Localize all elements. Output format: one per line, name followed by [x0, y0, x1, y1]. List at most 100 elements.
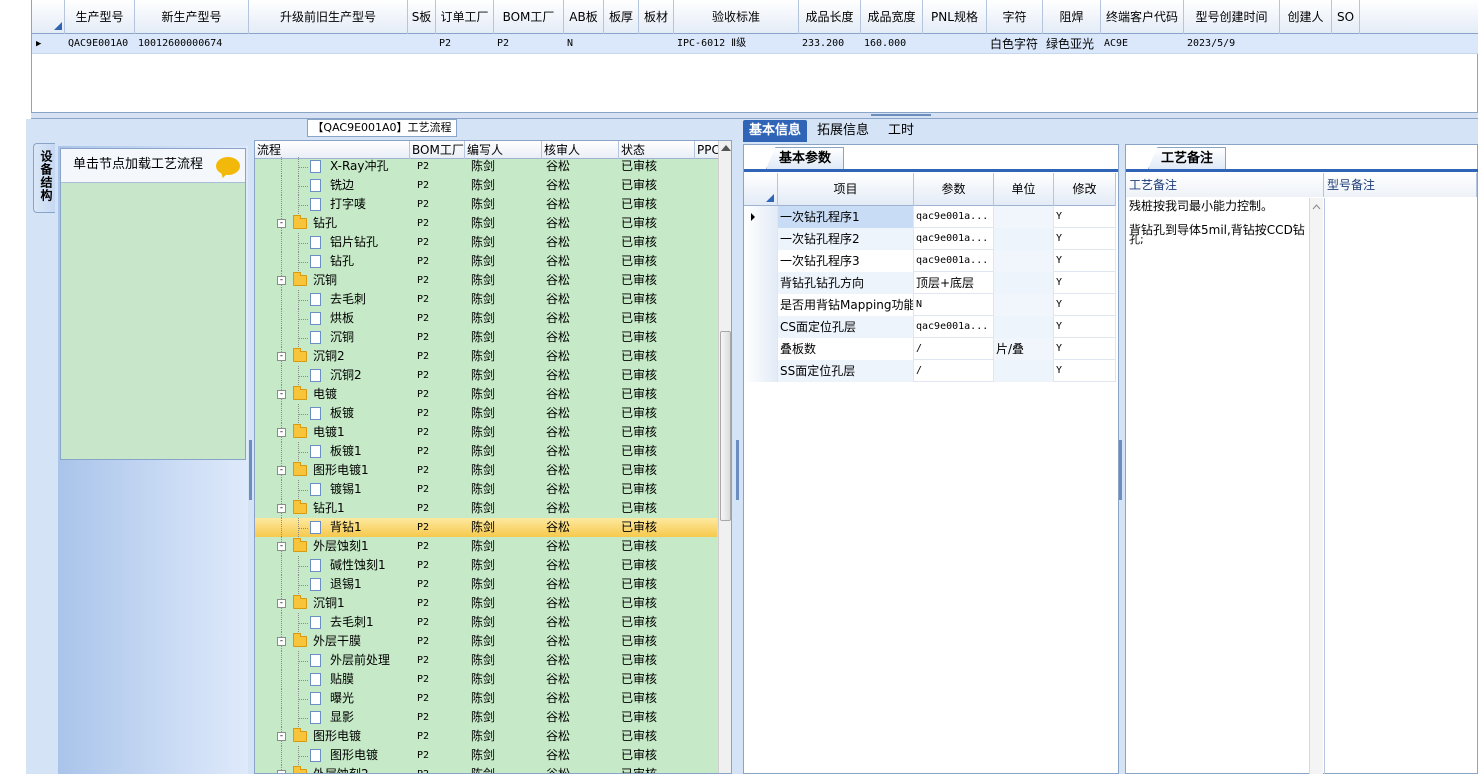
- column-header[interactable]: BOM工厂: [494, 0, 564, 34]
- tree-row[interactable]: 图形电镀 P2 陈剑 谷松 已审核: [255, 746, 717, 765]
- column-header[interactable]: 订单工厂: [436, 0, 494, 34]
- params-edit-cell[interactable]: Y: [1054, 294, 1116, 316]
- collapse-icon[interactable]: -: [277, 732, 286, 741]
- params-item-cell[interactable]: 叠板数: [778, 338, 914, 360]
- params-edit-cell[interactable]: Y: [1054, 272, 1116, 294]
- params-edit-cell[interactable]: Y: [1054, 360, 1116, 382]
- product-row[interactable]: ▶ QAC9E001A0 10012600000674 P2 P2 N IPC-6012 …: [32, 34, 1478, 54]
- params-unit-cell[interactable]: [994, 206, 1054, 228]
- row-cell[interactable]: [408, 34, 436, 54]
- column-header[interactable]: 升级前旧生产型号: [249, 0, 408, 34]
- tree-row[interactable]: 曝光 P2 陈剑 谷松 已审核: [255, 689, 717, 708]
- params-param-cell[interactable]: qac9e001a...: [914, 206, 994, 228]
- params-unit-cell[interactable]: [994, 250, 1054, 272]
- tree-row[interactable]: - 沉铜 P2 陈剑 谷松 已审核: [255, 271, 717, 290]
- tree-row[interactable]: 贴膜 P2 陈剑 谷松 已审核: [255, 670, 717, 689]
- tab-process-notes[interactable]: 工艺备注: [1148, 147, 1226, 169]
- row-header[interactable]: [744, 360, 778, 382]
- column-header[interactable]: 板厚: [604, 0, 639, 34]
- collapse-icon[interactable]: -: [277, 390, 286, 399]
- tree-row[interactable]: 去毛刺1 P2 陈剑 谷松 已审核: [255, 613, 717, 632]
- row-cell[interactable]: 绿色亚光: [1043, 34, 1101, 54]
- tree-row[interactable]: 外层前处理 P2 陈剑 谷松 已审核: [255, 651, 717, 670]
- tree-row[interactable]: X-Ray冲孔 P2 陈剑 谷松 已审核: [255, 157, 717, 176]
- collapse-icon[interactable]: -: [277, 637, 286, 646]
- params-param-cell[interactable]: qac9e001a...: [914, 250, 994, 272]
- tree-row[interactable]: - 外层干膜 P2 陈剑 谷松 已审核: [255, 632, 717, 651]
- params-unit-cell[interactable]: 片/叠: [994, 338, 1054, 360]
- middle-splitter-grip-icon[interactable]: [736, 440, 739, 500]
- collapse-icon[interactable]: -: [277, 504, 286, 513]
- tab-basic-params[interactable]: 基本参数: [766, 147, 844, 169]
- device-structure-tab[interactable]: 设备结构: [33, 143, 55, 213]
- tree-row[interactable]: 烘板 P2 陈剑 谷松 已审核: [255, 309, 717, 328]
- column-header[interactable]: 型号创建时间: [1184, 0, 1280, 34]
- params-item-cell[interactable]: SS面定位孔层: [778, 360, 914, 382]
- params-param-cell[interactable]: N: [914, 294, 994, 316]
- tree-row[interactable]: 去毛刺 P2 陈剑 谷松 已审核: [255, 290, 717, 309]
- tree-row[interactable]: 沉铜 P2 陈剑 谷松 已审核: [255, 328, 717, 347]
- row-header[interactable]: [744, 338, 778, 360]
- params-item-cell[interactable]: CS面定位孔层: [778, 316, 914, 338]
- column-header[interactable]: 创建人: [1280, 0, 1332, 34]
- tree-row[interactable]: - 钻孔 P2 陈剑 谷松 已审核: [255, 214, 717, 233]
- tree-row[interactable]: 镀锡1 P2 陈剑 谷松 已审核: [255, 480, 717, 499]
- tree-row[interactable]: 退锡1 P2 陈剑 谷松 已审核: [255, 575, 717, 594]
- params-unit-cell[interactable]: [994, 294, 1054, 316]
- collapse-icon[interactable]: -: [277, 542, 286, 551]
- params-param-cell[interactable]: /: [914, 360, 994, 382]
- row-cell[interactable]: IPC-6012 Ⅱ级: [674, 34, 799, 54]
- collapse-icon[interactable]: -: [277, 352, 286, 361]
- tree-row[interactable]: 板镀 P2 陈剑 谷松 已审核: [255, 404, 717, 423]
- tab-extended-info[interactable]: 拓展信息: [811, 120, 875, 142]
- tree-row[interactable]: - 图形电镀1 P2 陈剑 谷松 已审核: [255, 461, 717, 480]
- params-unit-cell[interactable]: [994, 360, 1054, 382]
- current-row-arrow-icon[interactable]: [744, 206, 778, 228]
- column-header[interactable]: S板: [408, 0, 436, 34]
- params-row[interactable]: CS面定位孔层 qac9e001a... Y: [744, 316, 1116, 338]
- tree-row[interactable]: - 图形电镀 P2 陈剑 谷松 已审核: [255, 727, 717, 746]
- collapse-icon[interactable]: -: [277, 770, 286, 773]
- collapse-icon[interactable]: -: [277, 219, 286, 228]
- row-cell[interactable]: AC9E: [1101, 34, 1184, 54]
- tree-row[interactable]: 钻孔 P2 陈剑 谷松 已审核: [255, 252, 717, 271]
- row-cell[interactable]: 160.000: [861, 34, 923, 54]
- params-unit-cell[interactable]: [994, 316, 1054, 338]
- params-column-header[interactable]: 单位: [994, 173, 1054, 206]
- tree-row[interactable]: - 外层蚀刻2 P2 陈剑 谷松 已审核: [255, 765, 717, 773]
- params-row[interactable]: 叠板数 / 片/叠 Y: [744, 338, 1116, 360]
- params-param-cell[interactable]: qac9e001a...: [914, 228, 994, 250]
- tree-row[interactable]: - 电镀 P2 陈剑 谷松 已审核: [255, 385, 717, 404]
- params-param-cell[interactable]: /: [914, 338, 994, 360]
- row-header[interactable]: [744, 250, 778, 272]
- right-splitter-grip-icon[interactable]: [1119, 440, 1122, 500]
- row-cell[interactable]: [639, 34, 674, 54]
- notes-scrollbar[interactable]: [1309, 198, 1323, 774]
- row-cell[interactable]: [1280, 34, 1332, 54]
- params-edit-cell[interactable]: Y: [1054, 206, 1116, 228]
- column-header[interactable]: SO: [1332, 0, 1360, 34]
- process-flow-tree[interactable]: 流程 BOM工厂 编写人 核审人 状态 PPC X-Ray冲孔 P2 陈剑 谷松 已审核 铣边 P2 陈…: [254, 140, 732, 774]
- column-header[interactable]: 终端客户代码: [1101, 0, 1184, 34]
- row-cell[interactable]: N: [564, 34, 604, 54]
- row-cell[interactable]: 10012600000674: [135, 34, 249, 54]
- params-column-header[interactable]: 项目: [778, 173, 914, 206]
- row-cell[interactable]: [249, 34, 408, 54]
- tab-work-hours[interactable]: 工时: [882, 120, 920, 142]
- flow-load-box[interactable]: 单击节点加载工艺流程: [60, 148, 246, 460]
- params-edit-cell[interactable]: Y: [1054, 228, 1116, 250]
- tree-row[interactable]: - 钻孔1 P2 陈剑 谷松 已审核: [255, 499, 717, 518]
- row-header[interactable]: [744, 272, 778, 294]
- params-row[interactable]: SS面定位孔层 / Y: [744, 360, 1116, 382]
- tree-row[interactable]: 铝片钻孔 P2 陈剑 谷松 已审核: [255, 233, 717, 252]
- tree-row[interactable]: 显影 P2 陈剑 谷松 已审核: [255, 708, 717, 727]
- column-header[interactable]: AB板: [564, 0, 604, 34]
- collapse-icon[interactable]: -: [277, 276, 286, 285]
- tree-row[interactable]: - 电镀1 P2 陈剑 谷松 已审核: [255, 423, 717, 442]
- tree-row[interactable]: - 沉铜2 P2 陈剑 谷松 已审核: [255, 347, 717, 366]
- params-item-cell[interactable]: 是否用背钻Mapping功能: [778, 294, 914, 316]
- row-header[interactable]: [744, 316, 778, 338]
- column-header[interactable]: 验收标准: [674, 0, 799, 34]
- params-column-header[interactable]: 参数: [914, 173, 994, 206]
- column-header[interactable]: 新生产型号: [135, 0, 249, 34]
